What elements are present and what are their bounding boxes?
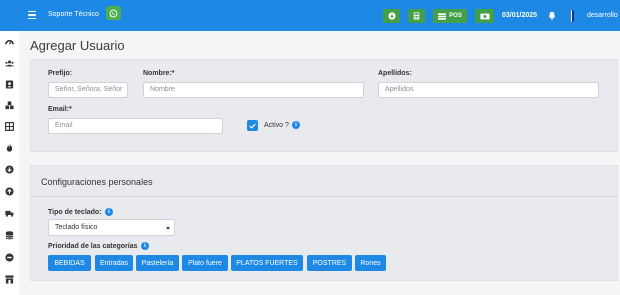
- email-label: Email:*: [48, 106, 72, 113]
- info-icon[interactable]: i: [141, 242, 149, 250]
- check-icon: [249, 123, 256, 129]
- calculator-button[interactable]: [408, 9, 425, 23]
- keyboard-type-select[interactable]: Teclado físico: [48, 219, 175, 236]
- user-form-panel: [30, 59, 618, 152]
- info-icon[interactable]: i: [292, 121, 300, 129]
- sidebar: [0, 31, 19, 295]
- top-navbar: Soporte Técnico POS 03/01/2025 desarroll…: [0, 0, 620, 31]
- hamburger-menu-icon[interactable]: [28, 10, 36, 20]
- activo-label: Activo ?: [264, 122, 289, 129]
- dashboard-icon[interactable]: [5, 38, 14, 47]
- avatar[interactable]: [571, 10, 574, 22]
- truck-icon[interactable]: [5, 209, 14, 218]
- category-chip-rones[interactable]: Rones: [355, 255, 386, 271]
- current-date: 03/01/2025: [502, 12, 538, 19]
- config-section-title: Configuraciones personales: [41, 177, 153, 187]
- users-icon[interactable]: [5, 59, 14, 68]
- store-icon[interactable]: [5, 275, 14, 284]
- arrow-circle-down-icon[interactable]: [5, 165, 14, 174]
- category-chip-pasteleria[interactable]: Pastelería: [136, 255, 179, 271]
- prioridad-label: Prioridad de las categorías: [48, 243, 138, 250]
- keyboard-type-value: Teclado físico: [55, 224, 98, 231]
- category-chip-platos-fuertes[interactable]: PLATOS FUERTES: [231, 255, 303, 271]
- fire-icon[interactable]: [5, 143, 14, 152]
- page-title: Agregar Usuario: [30, 38, 125, 53]
- minus-circle-icon[interactable]: [5, 253, 14, 262]
- calculator-icon: [413, 12, 420, 20]
- nombre-input[interactable]: Nombre: [143, 82, 364, 98]
- database-icon[interactable]: [5, 231, 14, 240]
- table-icon[interactable]: [5, 122, 14, 131]
- teclado-label: Tipo de teclado:: [48, 209, 102, 216]
- category-chip-plato-fuere[interactable]: Plato fuere: [182, 255, 228, 271]
- contacts-icon[interactable]: [5, 80, 14, 89]
- prefijo-label: Prefijo:: [48, 70, 73, 77]
- divider: [31, 196, 617, 197]
- download-button[interactable]: [383, 9, 400, 23]
- category-chip-entradas[interactable]: Entradas: [95, 255, 133, 271]
- pos-button[interactable]: POS: [433, 9, 467, 23]
- apellidos-label: Apellidos:: [378, 70, 412, 77]
- bell-icon[interactable]: [548, 11, 556, 20]
- info-icon[interactable]: i: [105, 208, 113, 216]
- user-name[interactable]: desarrollo: [587, 12, 618, 19]
- whatsapp-button[interactable]: [106, 6, 121, 20]
- nombre-label: Nombre:*: [143, 70, 175, 77]
- activo-checkbox[interactable]: [247, 120, 258, 131]
- arrow-circle-up-icon[interactable]: [5, 187, 14, 196]
- category-chip-postres[interactable]: POSTRES: [307, 255, 352, 271]
- support-link[interactable]: Soporte Técnico: [48, 11, 99, 18]
- pos-label: POS: [449, 13, 462, 19]
- cash-button[interactable]: [475, 9, 494, 23]
- prefijo-input[interactable]: Señor, Señora, Señor: [48, 82, 128, 98]
- whatsapp-icon: [109, 9, 118, 17]
- apellidos-input[interactable]: Apellidos: [378, 82, 599, 98]
- money-bill-icon: [479, 13, 490, 19]
- chevron-down-icon: [166, 227, 170, 230]
- email-field[interactable]: Email: [48, 118, 223, 134]
- download-circle-icon: [387, 12, 396, 20]
- category-chip-bebidas[interactable]: BEBIDAS: [48, 255, 91, 271]
- pos-icon: [438, 12, 447, 20]
- cubes-icon[interactable]: [5, 101, 14, 110]
